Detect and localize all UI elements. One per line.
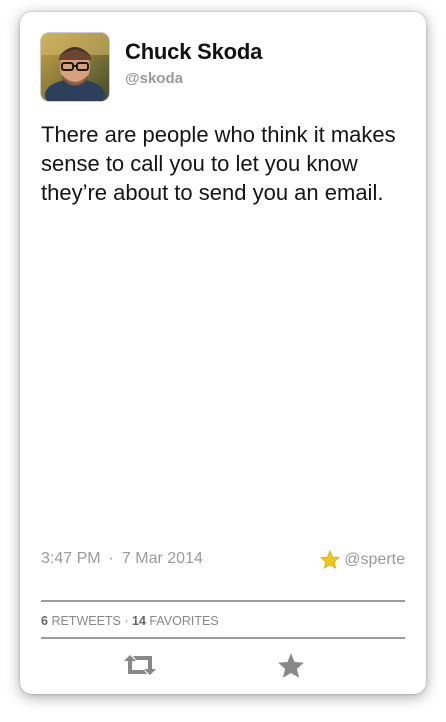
retweet-button[interactable] bbox=[120, 650, 160, 680]
favorite-button[interactable] bbox=[274, 650, 308, 680]
tweet-text: There are people who think it makes sens… bbox=[41, 122, 396, 205]
tweet-time: 3:47 PM bbox=[41, 550, 101, 567]
tweet-date: 7 Mar 2014 bbox=[121, 550, 203, 567]
user-handle[interactable]: @skoda bbox=[125, 70, 183, 87]
tweet-card: Chuck Skoda @skoda There are people who … bbox=[20, 12, 426, 694]
tweet-stats: 6 RETWEETS · 14 FAVORITES bbox=[41, 614, 219, 628]
avatar-image bbox=[41, 33, 109, 101]
meta-separator: · bbox=[108, 550, 114, 567]
star-icon bbox=[278, 652, 304, 678]
retweets-label[interactable]: RETWEETS bbox=[51, 614, 120, 628]
star-icon bbox=[320, 550, 341, 569]
stats-separator: · bbox=[124, 614, 129, 628]
favorites-label[interactable]: FAVORITES bbox=[149, 614, 218, 628]
user-name[interactable]: Chuck Skoda bbox=[125, 39, 262, 65]
favorited-by[interactable]: @sperte bbox=[320, 550, 405, 569]
retweet-icon bbox=[124, 655, 156, 675]
retweets-count: 6 bbox=[41, 614, 48, 628]
divider bbox=[41, 637, 405, 639]
avatar[interactable] bbox=[41, 33, 109, 101]
favorites-count: 14 bbox=[132, 614, 146, 628]
tweet-timestamp[interactable]: 3:47 PM · 7 Mar 2014 bbox=[41, 550, 203, 568]
divider bbox=[41, 600, 405, 602]
favorited-by-user: @sperte bbox=[344, 550, 405, 568]
